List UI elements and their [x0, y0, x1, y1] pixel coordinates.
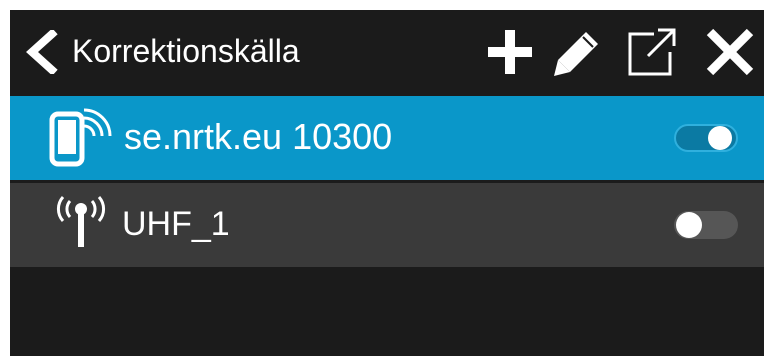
radio-antenna-icon: [46, 193, 116, 255]
header-bar: Korrektionskälla: [10, 10, 764, 92]
close-button[interactable]: [700, 24, 760, 80]
source-row[interactable]: UHF_1: [10, 183, 764, 267]
source-row-selected[interactable]: se.nrtk.eu 10300: [10, 96, 764, 180]
source-toggle[interactable]: [674, 211, 738, 239]
plus-icon: [488, 30, 532, 74]
source-label: se.nrtk.eu 10300: [124, 116, 393, 157]
add-button[interactable]: [480, 24, 540, 80]
mobile-signal-icon: [46, 106, 116, 168]
source-toggle[interactable]: [674, 124, 738, 152]
pencil-icon: [554, 32, 598, 76]
open-external-icon: [628, 28, 676, 76]
edit-button[interactable]: [546, 24, 606, 80]
toggle-knob: [676, 212, 702, 238]
source-label: UHF_1: [122, 205, 230, 243]
chevron-left-icon: [26, 28, 58, 76]
close-icon: [706, 28, 754, 76]
app-window: Korrektionskälla se.nrtk.eu 10300 UHF_1: [10, 10, 764, 356]
toggle-knob: [708, 126, 732, 150]
page-title: Korrektionskälla: [72, 33, 300, 69]
open-external-button[interactable]: [624, 24, 684, 80]
back-button[interactable]: [22, 28, 62, 76]
